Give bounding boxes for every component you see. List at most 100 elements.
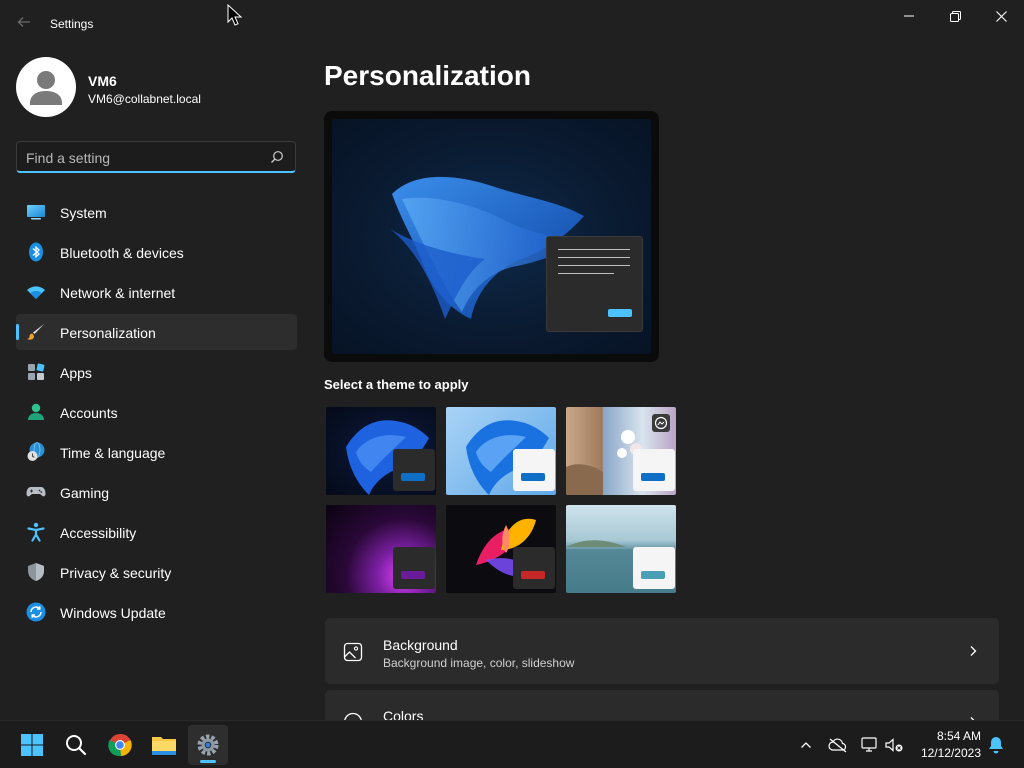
paintbrush-icon	[27, 324, 44, 340]
theme-windows-light[interactable]	[444, 405, 558, 497]
theme-mini-window	[393, 547, 435, 589]
profile-email: VM6@collabnet.local	[88, 92, 201, 106]
sidebar-item-label: Apps	[60, 365, 92, 381]
theme-mini-window	[513, 547, 555, 589]
profile-name: VM6	[88, 73, 117, 89]
palette-icon	[344, 712, 362, 720]
start-icon	[21, 734, 43, 756]
slideshow-icon	[652, 414, 670, 432]
preview-accent-button	[608, 309, 632, 317]
sidebar-item-gaming[interactable]: Gaming	[16, 474, 297, 510]
sidebar-item-system[interactable]: System	[16, 194, 297, 230]
theme-windows-dark[interactable]	[324, 405, 438, 497]
close-button[interactable]	[978, 0, 1024, 32]
sidebar-item-label: Bluetooth & devices	[60, 245, 184, 261]
theme-captured-motion[interactable]	[444, 503, 558, 595]
theme-accent	[401, 473, 425, 481]
settings-button[interactable]	[188, 725, 228, 765]
theme-mini-window	[513, 449, 555, 491]
back-button[interactable]	[12, 10, 36, 34]
themes-section-label: Select a theme to apply	[324, 377, 469, 392]
sidebar-item-label: Network & internet	[60, 285, 176, 301]
sidebar-item-label: System	[60, 205, 107, 221]
card-title: Colors	[383, 708, 424, 720]
sidebar-item-label: Gaming	[60, 485, 110, 501]
sidebar-item-accessibility[interactable]: Accessibility	[16, 514, 297, 550]
network-tray-button[interactable]	[860, 735, 880, 755]
theme-spotlight[interactable]	[564, 405, 678, 497]
sidebar-item-privacy-security[interactable]: Privacy & security	[16, 554, 297, 590]
theme-accent	[521, 571, 545, 579]
theme-preview	[324, 111, 659, 362]
file-explorer-button[interactable]	[144, 725, 184, 765]
network-icon	[861, 737, 877, 752]
taskbar-search-button[interactable]	[56, 725, 96, 765]
person-icon	[30, 71, 62, 105]
sidebar-item-bluetooth[interactable]: Bluetooth & devices	[16, 234, 297, 270]
sidebar-item-apps[interactable]: Apps	[16, 354, 297, 390]
minimize-button[interactable]	[886, 0, 932, 32]
wifi-icon	[27, 286, 45, 299]
notifications-button[interactable]	[986, 735, 1006, 755]
title-bar: Settings	[0, 0, 1024, 40]
clock-date[interactable]: 12/12/2023	[901, 746, 981, 760]
bluetooth-icon	[29, 242, 43, 262]
search-icon	[66, 735, 87, 756]
preview-sample-window	[546, 236, 643, 332]
globe-clock-icon	[27, 442, 45, 461]
sidebar-item-personalization[interactable]: Personalization	[16, 314, 297, 350]
theme-glow[interactable]	[324, 503, 438, 595]
sidebar-item-windows-update[interactable]: Windows Update	[16, 594, 297, 630]
cloud-offline-icon	[828, 738, 847, 753]
theme-flow[interactable]	[564, 503, 678, 595]
minimize-icon	[904, 15, 914, 17]
accessibility-icon	[27, 522, 45, 542]
card-subtitle: Background image, color, slideshow	[383, 656, 575, 670]
settings-icon	[197, 734, 219, 756]
chrome-icon	[108, 733, 132, 757]
active-indicator	[200, 760, 216, 763]
sidebar-item-label: Accessibility	[60, 525, 137, 541]
preview-text-line	[558, 265, 630, 266]
search-box[interactable]	[16, 141, 296, 173]
app-title: Settings	[50, 17, 94, 31]
chrome-button[interactable]	[100, 725, 140, 765]
clock-time[interactable]: 8:54 AM	[901, 729, 981, 743]
sidebar-item-label: Time & language	[60, 445, 166, 461]
sidebar-item-label: Accounts	[60, 405, 118, 421]
sidebar-item-accounts[interactable]: Accounts	[16, 394, 297, 430]
apps-icon	[28, 363, 45, 380]
avatar[interactable]	[16, 57, 76, 117]
theme-grid	[324, 405, 680, 597]
restore-button[interactable]	[932, 0, 978, 32]
theme-accent	[401, 571, 425, 579]
sidebar-item-label: Personalization	[60, 325, 156, 341]
image-icon	[343, 642, 363, 662]
theme-mini-window	[633, 449, 675, 491]
sidebar-nav: System Bluetooth & devices Network & int…	[16, 194, 297, 634]
theme-accent	[641, 571, 665, 579]
taskbar: 8:54 AM 12/12/2023	[0, 720, 1024, 768]
theme-accent	[641, 473, 665, 481]
close-icon	[995, 10, 1007, 22]
background-card[interactable]: Background Background image, color, slid…	[325, 618, 999, 684]
preview-text-line	[558, 257, 630, 258]
preview-text-line	[558, 273, 614, 274]
search-input[interactable]	[26, 148, 256, 168]
card-title: Background	[383, 637, 458, 653]
start-button[interactable]	[12, 725, 52, 765]
preview-text-line	[558, 249, 630, 250]
sidebar-item-label: Windows Update	[60, 605, 166, 621]
onedrive-tray-button[interactable]	[828, 735, 848, 755]
chevron-right-icon	[970, 646, 977, 656]
sidebar-item-label: Privacy & security	[60, 565, 172, 581]
colors-card[interactable]: Colors	[325, 690, 999, 720]
theme-mini-window	[633, 547, 675, 589]
sidebar-item-time-language[interactable]: Time & language	[16, 434, 297, 470]
show-hidden-icons-button[interactable]	[796, 735, 816, 755]
update-icon	[26, 602, 46, 622]
sidebar-item-network[interactable]: Network & internet	[16, 274, 297, 310]
restore-icon	[949, 10, 961, 22]
search-icon[interactable]	[270, 150, 284, 164]
bell-icon	[989, 737, 1003, 754]
